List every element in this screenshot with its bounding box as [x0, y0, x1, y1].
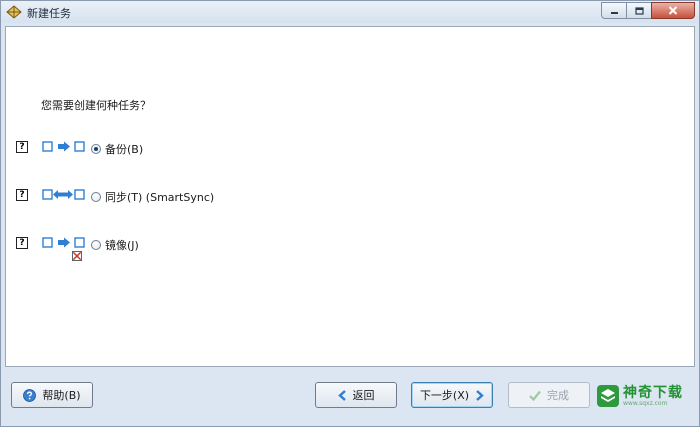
back-button[interactable]: 返回 [315, 382, 397, 408]
back-button-label: 返回 [352, 389, 375, 402]
title-bar[interactable]: 新建任务 [1, 1, 699, 23]
dialog-window: 新建任务 您需要创建何种任务？ ? 备份(B) ? 同步(T) (SmartSy… [0, 0, 700, 427]
app-logo-icon [6, 5, 22, 19]
help-button[interactable]: 帮助(B) [11, 382, 93, 408]
mirror-radio[interactable] [91, 240, 101, 250]
sync-diagram-icon [42, 189, 85, 200]
backup-diagram-icon [42, 141, 85, 152]
option-mirror[interactable]: 镜像(J) [91, 237, 139, 253]
mirror-label: 镜像(J) [105, 239, 139, 252]
checkmark-icon [529, 390, 541, 401]
finish-button[interactable]: 完成 [508, 382, 590, 408]
maximize-icon [634, 6, 644, 15]
next-button[interactable]: 下一步(X) [411, 382, 493, 408]
option-sync[interactable]: 同步(T) (SmartSync) [91, 189, 214, 205]
minimize-icon [610, 11, 618, 14]
maximize-button[interactable] [626, 2, 652, 19]
window-title: 新建任务 [27, 7, 71, 20]
wizard-content: 您需要创建何种任务？ ? 备份(B) ? 同步(T) (SmartSync) ? [5, 26, 695, 367]
close-button[interactable] [651, 2, 695, 19]
close-icon [668, 6, 678, 15]
minimize-button[interactable] [601, 2, 627, 19]
chevron-left-icon [337, 389, 346, 401]
watermark: 神奇下载 www.sqxz.com [597, 385, 683, 407]
window-controls [601, 2, 695, 19]
watermark-title: 神奇下载 [623, 384, 683, 401]
sync-label: 同步(T) (SmartSync) [105, 191, 215, 204]
help-sync-icon[interactable]: ? [16, 189, 28, 201]
help-button-label: 帮助(B) [42, 389, 81, 402]
chevron-right-icon [476, 389, 484, 401]
watermark-logo-icon [597, 385, 619, 407]
task-type-question: 您需要创建何种任务？ [41, 99, 151, 112]
backup-radio[interactable] [91, 144, 101, 154]
delete-mark-icon [72, 251, 82, 261]
option-backup[interactable]: 备份(B) [91, 141, 143, 157]
backup-label: 备份(B) [105, 143, 144, 156]
next-button-label: 下一步(X) [419, 389, 470, 402]
sync-radio[interactable] [91, 192, 101, 202]
watermark-url: www.sqxz.com [623, 399, 668, 407]
help-mirror-icon[interactable]: ? [16, 237, 28, 249]
help-backup-icon[interactable]: ? [16, 141, 28, 153]
finish-button-label: 完成 [547, 389, 569, 402]
mirror-diagram-icon [42, 237, 85, 248]
help-circle-icon [23, 388, 37, 402]
